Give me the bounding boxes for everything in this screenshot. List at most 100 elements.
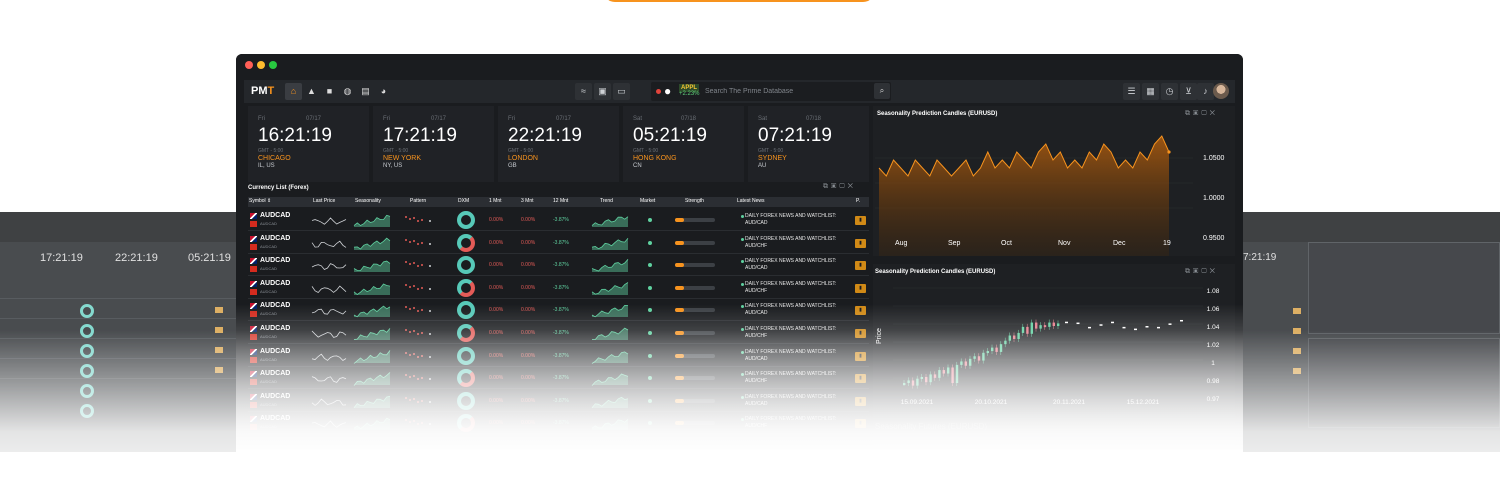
- window-icon[interactable]: ▭: [613, 83, 630, 100]
- clock-card[interactable]: Fri 07/17 22:21:19 GMT - 5:00 LONDON GB: [498, 106, 619, 182]
- search-input[interactable]: [705, 82, 875, 101]
- table-row[interactable]: AUDCAD AUDCAD 0.00% 0.00% -3.87% DAILY FOREX …: [248, 322, 869, 344]
- graduation-cap-icon[interactable]: ▲: [303, 83, 320, 100]
- candle: [1013, 335, 1016, 339]
- latest-news-link[interactable]: DAILY FOREX NEWS AND WATCHLIST: AUD/CAD: [745, 213, 857, 227]
- table-row[interactable]: AUDCAD AUDCAD 0.00% 0.00% -3.87% DAILY FOREX …: [248, 412, 869, 435]
- bar-chart-icon[interactable]: ▮: [855, 216, 866, 225]
- clock-card[interactable]: Sat 07/18 07:21:19 GMT - 5:00 SYDNEY AU: [748, 106, 869, 182]
- flag-icon: [250, 416, 257, 423]
- clock-region: NY, US: [383, 163, 403, 169]
- y-tick-label: 1.06: [1207, 306, 1220, 313]
- bell-icon[interactable]: ♪: [1197, 83, 1214, 100]
- strength-bar: [675, 421, 715, 426]
- currency-symbol[interactable]: AUDCAD: [260, 325, 290, 332]
- prediction-point: [1099, 324, 1103, 326]
- alarm-icon[interactable]: ◷: [1161, 83, 1178, 100]
- column-header[interactable]: Symbol ⇕: [249, 198, 271, 204]
- search-icon[interactable]: ⌕: [874, 83, 890, 99]
- latest-news-link[interactable]: DAILY FOREX NEWS AND WATCHLIST: AUD/CAD: [745, 394, 857, 408]
- bar-chart-icon[interactable]: ▮: [855, 329, 866, 338]
- list-icon[interactable]: ☰: [1123, 83, 1140, 100]
- notes-icon[interactable]: ▦: [1142, 83, 1159, 100]
- pct-12m: -3.87%: [553, 262, 569, 269]
- app-logo[interactable]: PMT: [251, 85, 274, 97]
- x-tick-label: 20.10.2021: [975, 399, 1008, 406]
- currency-symbol[interactable]: AUDCAD: [260, 280, 290, 287]
- y-tick-label: 0.98: [1207, 378, 1220, 385]
- pct-12m: -3.87%: [553, 307, 569, 314]
- prediction-point: [1134, 328, 1137, 331]
- bar-chart-icon[interactable]: ▮: [855, 283, 866, 293]
- bar-chart-icon[interactable]: ▮: [855, 261, 866, 271]
- minimize-window-button[interactable]: [257, 61, 265, 69]
- bar-chart-icon[interactable]: ▮: [855, 374, 866, 384]
- market-status-dot: [648, 398, 652, 403]
- bar-chart-icon[interactable]: ▮: [855, 238, 866, 248]
- table-row[interactable]: AUDCAD AUDCAD 0.00% 0.00% -3.87% DAILY FOREX …: [248, 209, 869, 231]
- bar-chart-icon[interactable]: ▮: [855, 351, 866, 361]
- chart-icon[interactable]: ≈: [575, 83, 592, 100]
- clock-region: CN: [633, 163, 642, 169]
- table-row[interactable]: AUDCAD AUDCAD 0.00% 0.00% -3.87% DAILY FOREX …: [248, 345, 869, 367]
- cart-icon[interactable]: ⊻: [1180, 83, 1197, 100]
- x-tick-label: 15.09.2021: [901, 399, 934, 406]
- table-row[interactable]: AUDCAD AUDCAD 0.00% 0.00% -3.87% DAILY FOREX …: [248, 299, 869, 322]
- clock-day: Sat: [633, 116, 643, 122]
- table-row[interactable]: AUDCAD AUDCAD 0.00% 0.00% -3.87% DAILY FOREX …: [248, 277, 869, 299]
- chat-icon[interactable]: ■: [321, 83, 338, 100]
- ghost-clock-3: 05:21:19: [188, 252, 231, 264]
- currency-symbol[interactable]: AUDCAD: [260, 257, 290, 264]
- lock-icon[interactable]: ▣: [594, 83, 611, 100]
- pct-3m: 0.00%: [521, 397, 536, 404]
- pct-12m: -3.87%: [553, 420, 569, 427]
- latest-news-link[interactable]: DAILY FOREX NEWS AND WATCHLIST: AUD/CAD: [745, 303, 857, 317]
- currency-symbol[interactable]: AUDCAD: [260, 212, 290, 219]
- latest-news-link[interactable]: DAILY FOREX NEWS AND WATCHLIST: AUD/CHF: [745, 236, 857, 250]
- column-header: Market: [640, 198, 656, 204]
- close-window-button[interactable]: [245, 61, 253, 69]
- home-icon[interactable]: ⌂: [285, 83, 302, 100]
- prediction-point: [1180, 319, 1183, 322]
- column-header: Latest News: [737, 198, 765, 204]
- latest-news-link[interactable]: DAILY FOREX NEWS AND WATCHLIST: AUD/CHF: [745, 371, 857, 385]
- cta-button-edge[interactable]: [603, 0, 875, 2]
- clock-card[interactable]: Fri 07/17 16:21:19 GMT - 5:00 CHICAGO IL, US: [248, 106, 369, 182]
- latest-news-link[interactable]: DAILY FOREX NEWS AND WATCHLIST: AUD/CAD: [745, 349, 857, 363]
- clock-card[interactable]: Fri 07/17 17:21:19 GMT - 5:00 NEW YORK NY, US: [373, 106, 494, 182]
- table-row[interactable]: AUDCAD AUDCAD 0.00% 0.00% -3.87% DAILY FOREX …: [248, 367, 869, 390]
- currency-symbol[interactable]: AUDCAD: [260, 302, 290, 309]
- currency-symbol[interactable]: AUDCAD: [260, 348, 290, 355]
- clock-card[interactable]: Sat 07/18 05:21:19 GMT - 5:00 HONG KONG CN: [623, 106, 744, 182]
- currency-subsymbol: AUDCAD: [260, 243, 277, 249]
- currency-symbol[interactable]: AUDCAD: [260, 370, 290, 377]
- currency-symbol[interactable]: AUDCAD: [260, 415, 290, 422]
- document-icon[interactable]: ▤: [357, 83, 374, 100]
- maximize-window-button[interactable]: [269, 61, 277, 69]
- currency-list-title: Currency List (Forex): [248, 185, 309, 191]
- latest-news-link[interactable]: DAILY FOREX NEWS AND WATCHLIST: AUD/CHF: [745, 326, 857, 340]
- currency-symbol[interactable]: AUDCAD: [260, 393, 290, 400]
- trend-sparkline: [591, 305, 629, 318]
- bar-chart-icon[interactable]: ▮: [855, 419, 866, 429]
- table-row[interactable]: AUDCAD AUDCAD 0.00% 0.00% -3.87% DAILY FOREX …: [248, 254, 869, 277]
- bar-chart-icon[interactable]: ▮: [855, 396, 866, 406]
- flag-icon: [250, 280, 257, 287]
- avatar[interactable]: [1213, 83, 1229, 99]
- currency-symbol[interactable]: AUDCAD: [260, 235, 290, 242]
- pie-chart-icon[interactable]: ◕: [375, 83, 392, 100]
- ticker-status-dot: [656, 89, 661, 94]
- globe-icon[interactable]: ◍: [339, 83, 356, 100]
- pct-3m: 0.00%: [521, 307, 536, 314]
- pct-12m: -3.87%: [553, 330, 569, 336]
- latest-news-link[interactable]: DAILY FOREX NEWS AND WATCHLIST: AUD/CHF: [745, 281, 857, 295]
- latest-news-link[interactable]: DAILY FOREX NEWS AND WATCHLIST: AUD/CAD: [745, 258, 857, 272]
- flag-icon: [250, 348, 257, 355]
- table-row[interactable]: AUDCAD AUDCAD 0.00% 0.00% -3.87% DAILY FOREX …: [248, 390, 869, 412]
- candle: [925, 376, 928, 383]
- table-row[interactable]: AUDCAD AUDCAD 0.00% 0.00% -3.87% DAILY FOREX …: [248, 232, 869, 254]
- bar-chart-icon[interactable]: ▮: [855, 306, 866, 316]
- y-tick-label: 1.08: [1207, 288, 1220, 295]
- panel-controls[interactable]: ⧉▣▢✕: [823, 183, 856, 191]
- latest-news-link[interactable]: DAILY FOREX NEWS AND WATCHLIST: AUD/CHF: [745, 416, 857, 430]
